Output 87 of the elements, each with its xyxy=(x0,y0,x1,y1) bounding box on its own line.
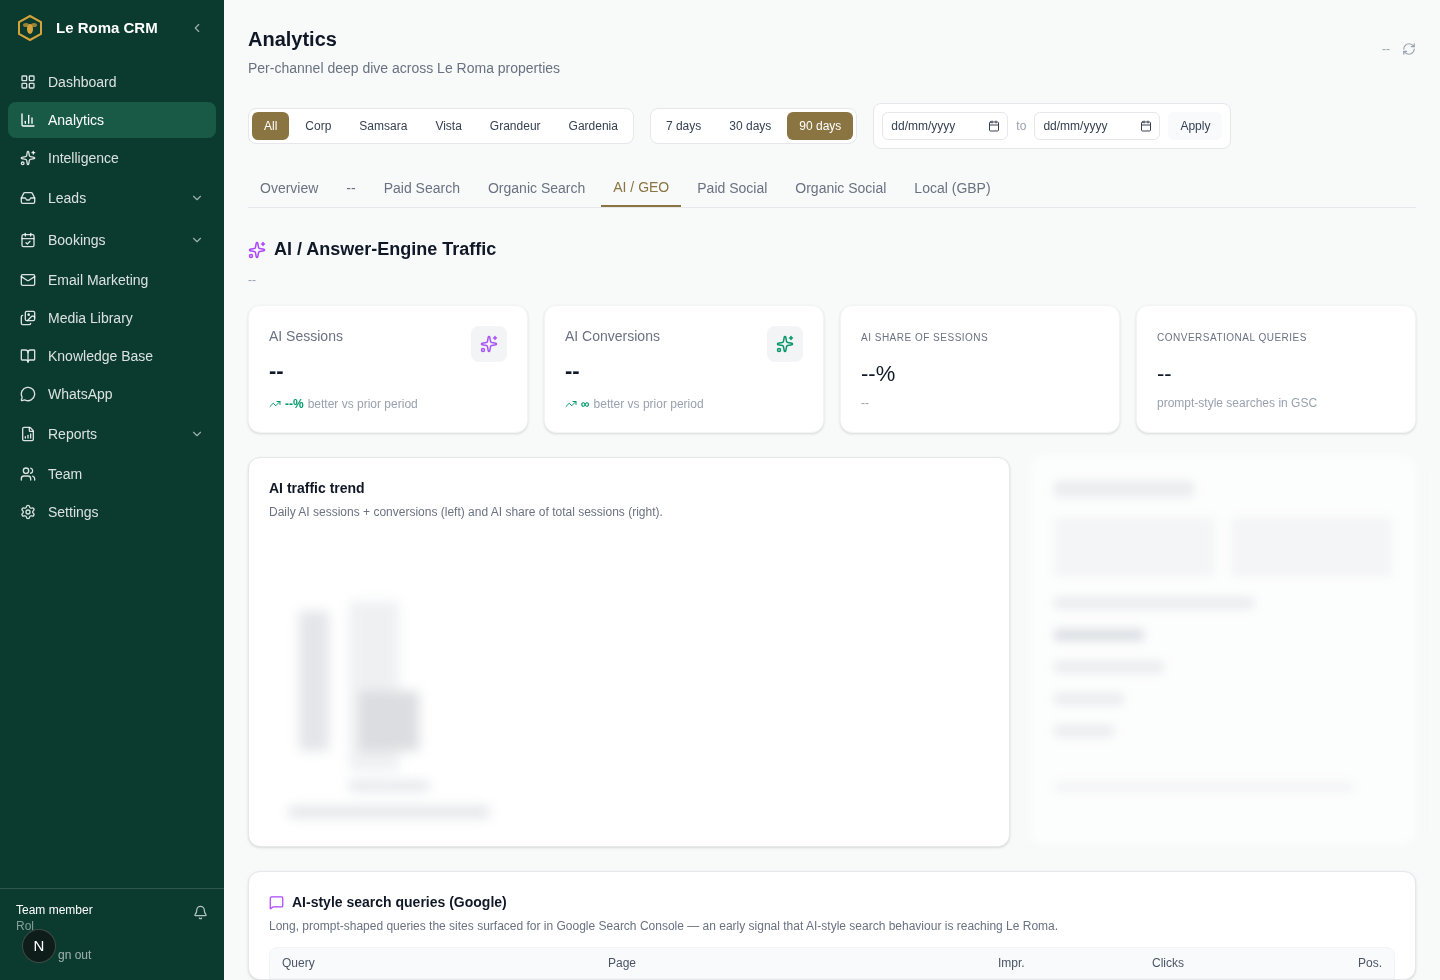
filter-option[interactable]: 90 days xyxy=(787,112,854,140)
nav-item[interactable]: Email Marketing xyxy=(8,262,216,298)
brand-name: Le Roma CRM xyxy=(56,17,158,38)
settings-icon xyxy=(20,504,36,520)
nav-item[interactable]: Analytics xyxy=(8,102,216,138)
filter-option[interactable]: Gardenia xyxy=(556,112,630,140)
kpi-value: -- xyxy=(269,357,285,385)
column-header: Page xyxy=(608,955,638,972)
kpi-value: -- xyxy=(1157,360,1173,388)
kpi-note: prompt-style searches in GSC xyxy=(1157,395,1319,412)
calendar-icon[interactable] xyxy=(1140,120,1153,132)
page-subtitle: Per-channel deep dive across Le Roma properties xyxy=(248,59,561,78)
calendar-icon[interactable] xyxy=(988,120,1001,132)
bar-chart-icon xyxy=(20,112,36,128)
kpi-delta: ∞ xyxy=(581,396,590,413)
nav-item[interactable]: Settings xyxy=(8,494,216,530)
sparkles-icon xyxy=(20,150,36,166)
report-icon xyxy=(20,426,36,442)
kpi-delta: --% xyxy=(285,396,304,413)
nav-item[interactable]: Knowledge Base xyxy=(8,338,216,374)
nav-item[interactable]: Bookings xyxy=(8,220,216,260)
user-name: Team member xyxy=(16,902,93,919)
calendar-icon xyxy=(20,232,36,248)
kpi-note: better vs prior period xyxy=(307,396,418,413)
inbox-icon xyxy=(20,190,36,206)
filter-option[interactable]: 7 days xyxy=(653,112,714,140)
kpi-label: AI Sessions xyxy=(269,327,343,346)
filter-option[interactable]: Grandeur xyxy=(477,112,553,140)
trend-up-icon xyxy=(565,398,577,410)
bee-logo-icon xyxy=(16,14,44,42)
sync-status: -- xyxy=(1382,41,1390,58)
channel-tab[interactable]: -- xyxy=(334,169,368,207)
dashboard-icon xyxy=(20,74,36,90)
images-icon xyxy=(20,310,36,326)
mail-icon xyxy=(20,272,36,288)
nav-item[interactable]: Intelligence xyxy=(8,140,216,176)
channel-tab[interactable]: Organic Search xyxy=(475,169,598,207)
filter-option[interactable]: All xyxy=(252,112,290,140)
section-subtitle: -- xyxy=(248,272,257,289)
notifications-button[interactable] xyxy=(193,905,208,920)
range-separator: to xyxy=(1016,118,1027,135)
kpi-value: --% xyxy=(861,360,897,388)
nav-item[interactable]: Dashboard xyxy=(8,64,216,100)
column-header: Impr. xyxy=(998,955,1026,972)
avatar[interactable]: N xyxy=(22,929,56,963)
card-title: AI traffic trend xyxy=(269,479,366,498)
page-title: Analytics xyxy=(248,27,338,52)
sparkles-icon xyxy=(248,240,266,259)
column-header: Pos. xyxy=(1358,955,1382,972)
message-icon xyxy=(269,895,284,910)
channel-tab[interactable]: Organic Social xyxy=(783,169,899,207)
apply-button[interactable]: Apply xyxy=(1168,112,1223,140)
users-icon xyxy=(20,466,36,482)
book-icon xyxy=(20,348,36,364)
channel-tab[interactable]: Paid Search xyxy=(371,169,472,207)
nav-item[interactable]: WhatsApp xyxy=(8,376,216,412)
nav-item[interactable]: Reports xyxy=(8,414,216,454)
kpi-label: AI SHARE OF SESSIONS xyxy=(861,331,990,345)
channel-tab[interactable]: AI / GEO xyxy=(601,169,682,207)
channel-tab[interactable]: Local (GBP) xyxy=(902,169,1003,207)
sparkles-icon xyxy=(767,326,803,362)
filter-option[interactable]: Corp xyxy=(293,112,344,140)
filter-option[interactable]: 30 days xyxy=(717,112,784,140)
card-subtitle: Daily AI sessions + conversions (left) and AI share of total sessions (right). xyxy=(269,504,664,521)
kpi-label: AI Conversions xyxy=(565,327,660,346)
kpi-value: -- xyxy=(565,357,581,385)
filter-option[interactable]: Vista xyxy=(423,112,474,140)
trend-up-icon xyxy=(269,398,281,410)
kpi-label: CONVERSATIONAL QUERIES xyxy=(1157,331,1308,345)
column-header: Query xyxy=(282,955,316,972)
sign-out-link[interactable]: gn out xyxy=(58,946,92,964)
date-field[interactable]: dd/mm/yyyy xyxy=(882,112,1009,140)
nav-item[interactable]: Team xyxy=(8,456,216,492)
card-subtitle: Long, prompt-shaped queries the sites surfaced for in Google Search Console — an early signal that AI-style search behaviour is reaching Le Roma. xyxy=(269,918,1060,935)
kpi-note: better vs prior period xyxy=(593,396,704,413)
nav-item[interactable]: Media Library xyxy=(8,300,216,336)
sparkles-icon xyxy=(471,326,507,362)
nav-item[interactable]: Leads xyxy=(8,178,216,218)
channel-tab[interactable]: Overview xyxy=(248,169,331,207)
channel-tab[interactable]: Paid Social xyxy=(685,169,780,207)
column-header: Clicks xyxy=(1152,955,1185,972)
filter-option[interactable]: Samsara xyxy=(347,112,420,140)
date-field[interactable]: dd/mm/yyyy xyxy=(1034,112,1161,140)
card-title: AI-style search queries (Google) xyxy=(292,893,507,912)
kpi-note: -- xyxy=(861,395,870,412)
section-title: AI / Answer-Engine Traffic xyxy=(274,238,497,261)
chat-icon xyxy=(20,386,36,402)
